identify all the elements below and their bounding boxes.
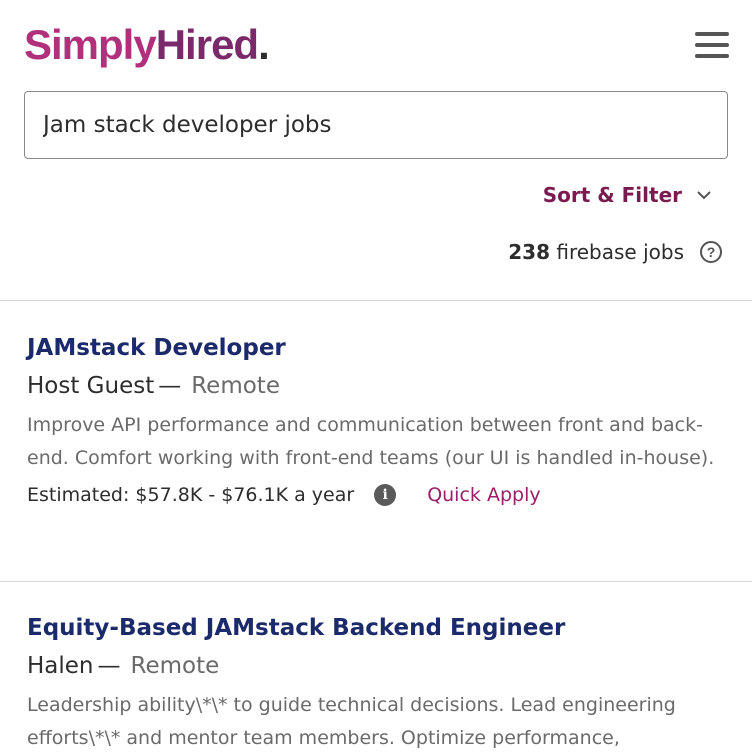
hamburger-menu-icon[interactable]: [695, 30, 729, 62]
search-input[interactable]: [43, 92, 703, 158]
chevron-down-icon: [697, 191, 711, 200]
logo-simply: Simply: [24, 21, 157, 68]
results-count: 238 firebase jobs: [508, 240, 684, 264]
job-location: Remote: [191, 373, 280, 399]
logo-dot: .: [258, 21, 270, 68]
info-icon[interactable]: i: [374, 484, 397, 506]
job-card[interactable]: Equity-Based JAMstack Backend Engineer H…: [27, 613, 727, 754]
job-meta: Host Guest — Remote: [27, 371, 727, 401]
meta-dash: —: [97, 653, 121, 679]
logo-hired: Hired: [155, 21, 259, 68]
results-count-row: 238 firebase jobs ?: [508, 240, 722, 264]
question-circle-icon[interactable]: ?: [700, 241, 722, 263]
results-count-number: 238: [508, 240, 550, 264]
divider: [0, 581, 752, 582]
company-name: Halen: [27, 653, 94, 679]
job-location: Remote: [130, 653, 220, 679]
results-count-label: firebase jobs: [556, 240, 684, 264]
search-box: [24, 91, 728, 159]
company-name: Host Guest: [27, 373, 155, 399]
salary-row: Estimated: $57.8K - $76.1K a year i Quic…: [27, 484, 727, 506]
salary-estimate: Estimated: $57.8K - $76.1K a year: [27, 484, 355, 506]
header: SimplyHired.: [0, 0, 752, 90]
menu-bar: [695, 43, 729, 47]
job-title-link[interactable]: Equity-Based JAMstack Backend Engineer: [27, 613, 727, 643]
job-snippet: Leadership ability\*\* to guide technica…: [27, 694, 676, 749]
menu-bar: [695, 54, 729, 58]
meta-dash: —: [158, 373, 182, 399]
job-card[interactable]: JAMstack Developer Host Guest — Remote Imp…: [27, 333, 727, 506]
job-meta: Halen — Remote: [27, 651, 727, 681]
menu-bar: [695, 32, 729, 36]
job-title-link[interactable]: JAMstack Developer: [27, 333, 727, 363]
simplyhired-logo[interactable]: SimplyHired.: [24, 20, 270, 70]
quick-apply-link[interactable]: Quick Apply: [427, 484, 540, 506]
divider: [0, 300, 752, 301]
job-snippet: Improve API performance and communicatio…: [27, 414, 715, 469]
sort-filter-label: Sort & Filter: [542, 183, 682, 207]
sort-filter-button[interactable]: Sort & Filter: [543, 183, 712, 207]
